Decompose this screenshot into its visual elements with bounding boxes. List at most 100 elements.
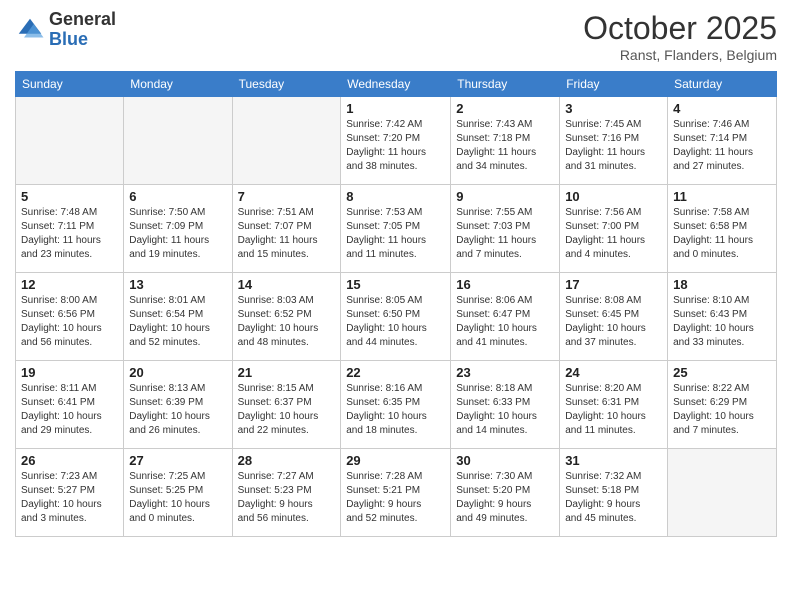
calendar-cell: 29Sunrise: 7:28 AM Sunset: 5:21 PM Dayli… bbox=[341, 449, 451, 537]
day-number: 8 bbox=[346, 189, 445, 204]
day-number: 23 bbox=[456, 365, 554, 380]
day-number: 26 bbox=[21, 453, 118, 468]
day-number: 14 bbox=[238, 277, 336, 292]
day-info: Sunrise: 8:01 AM Sunset: 6:54 PM Dayligh… bbox=[129, 294, 226, 350]
calendar-cell bbox=[232, 97, 341, 185]
week-row-1: 1Sunrise: 7:42 AM Sunset: 7:20 PM Daylig… bbox=[16, 97, 777, 185]
month-title: October 2025 bbox=[583, 10, 777, 47]
calendar-cell: 31 Sunrise: 7:32 AM Sunset: 5:18 PM Dayli… bbox=[560, 449, 668, 537]
calendar-cell: 21 Sunrise: 8:15 AM Sunset: 6:37 PM Dayli… bbox=[232, 361, 341, 449]
day-number: 21 bbox=[238, 365, 336, 380]
calendar-cell: 1Sunrise: 7:42 AM Sunset: 7:20 PM Daylig… bbox=[341, 97, 451, 185]
day-info: Sunrise: 7:51 AM Sunset: 7:07 PM Dayligh… bbox=[238, 206, 336, 262]
calendar-cell: 18Sunrise: 8:10 AM Sunset: 6:43 PM Dayli… bbox=[668, 273, 777, 361]
calendar-cell: 24 Sunrise: 8:20 AM Sunset: 6:31 PM Dayli… bbox=[560, 361, 668, 449]
day-number: 24 bbox=[565, 365, 662, 380]
day-info: Sunrise: 7:23 AM Sunset: 5:27 PM Dayligh… bbox=[21, 470, 118, 526]
logo: General Blue bbox=[15, 10, 116, 50]
weekday-header-friday: Friday bbox=[560, 72, 668, 97]
day-info: Sunrise: 7:43 AM Sunset: 7:18 PM Dayligh… bbox=[456, 118, 554, 174]
day-info: Sunrise: 8:16 AM Sunset: 6:35 PM Dayligh… bbox=[346, 382, 445, 438]
day-info: Sunrise: 7:28 AM Sunset: 5:21 PM Dayligh… bbox=[346, 470, 445, 526]
day-info: Sunrise: 8:00 AM Sunset: 6:56 PM Dayligh… bbox=[21, 294, 118, 350]
day-info: Sunrise: 8:15 AM Sunset: 6:37 PM Dayligh… bbox=[238, 382, 336, 438]
day-info: Sunrise: 7:58 AM Sunset: 6:58 PM Dayligh… bbox=[673, 206, 771, 262]
day-number: 31 bbox=[565, 453, 662, 468]
calendar-cell: 26 Sunrise: 7:23 AM Sunset: 5:27 PM Dayli… bbox=[16, 449, 124, 537]
week-row-5: 26 Sunrise: 7:23 AM Sunset: 5:27 PM Dayli… bbox=[16, 449, 777, 537]
day-info: Sunrise: 8:03 AM Sunset: 6:52 PM Dayligh… bbox=[238, 294, 336, 350]
weekday-header-sunday: Sunday bbox=[16, 72, 124, 97]
day-number: 13 bbox=[129, 277, 226, 292]
page: General Blue October 2025 Ranst, Flander… bbox=[0, 0, 792, 612]
day-info: Sunrise: 7:32 AM Sunset: 5:18 PM Dayligh… bbox=[565, 470, 662, 526]
day-number: 5 bbox=[21, 189, 118, 204]
calendar-cell: 8 Sunrise: 7:53 AM Sunset: 7:05 PM Daylig… bbox=[341, 185, 451, 273]
day-info: Sunrise: 7:45 AM Sunset: 7:16 PM Dayligh… bbox=[565, 118, 662, 174]
day-number: 30 bbox=[456, 453, 554, 468]
calendar-cell: 2 Sunrise: 7:43 AM Sunset: 7:18 PM Daylig… bbox=[451, 97, 560, 185]
day-number: 20 bbox=[129, 365, 226, 380]
weekday-header-row: SundayMondayTuesdayWednesdayThursdayFrid… bbox=[16, 72, 777, 97]
day-number: 7 bbox=[238, 189, 336, 204]
week-row-4: 19Sunrise: 8:11 AM Sunset: 6:41 PM Dayli… bbox=[16, 361, 777, 449]
weekday-header-thursday: Thursday bbox=[451, 72, 560, 97]
day-info: Sunrise: 7:42 AM Sunset: 7:20 PM Dayligh… bbox=[346, 118, 445, 174]
day-number: 17 bbox=[565, 277, 662, 292]
day-number: 3 bbox=[565, 101, 662, 116]
calendar-cell: 10Sunrise: 7:56 AM Sunset: 7:00 PM Dayli… bbox=[560, 185, 668, 273]
calendar-cell: 20 Sunrise: 8:13 AM Sunset: 6:39 PM Dayli… bbox=[124, 361, 232, 449]
day-number: 11 bbox=[673, 189, 771, 204]
weekday-header-monday: Monday bbox=[124, 72, 232, 97]
day-info: Sunrise: 7:53 AM Sunset: 7:05 PM Dayligh… bbox=[346, 206, 445, 262]
day-info: Sunrise: 8:08 AM Sunset: 6:45 PM Dayligh… bbox=[565, 294, 662, 350]
day-info: Sunrise: 8:06 AM Sunset: 6:47 PM Dayligh… bbox=[456, 294, 554, 350]
logo-blue: Blue bbox=[49, 30, 116, 50]
calendar-cell: 25 Sunrise: 8:22 AM Sunset: 6:29 PM Dayli… bbox=[668, 361, 777, 449]
day-number: 19 bbox=[21, 365, 118, 380]
day-number: 28 bbox=[238, 453, 336, 468]
day-info: Sunrise: 8:05 AM Sunset: 6:50 PM Dayligh… bbox=[346, 294, 445, 350]
day-number: 10 bbox=[565, 189, 662, 204]
calendar-cell: 15 Sunrise: 8:05 AM Sunset: 6:50 PM Dayli… bbox=[341, 273, 451, 361]
day-number: 25 bbox=[673, 365, 771, 380]
calendar-cell: 16Sunrise: 8:06 AM Sunset: 6:47 PM Dayli… bbox=[451, 273, 560, 361]
calendar-cell: 28Sunrise: 7:27 AM Sunset: 5:23 PM Dayli… bbox=[232, 449, 341, 537]
title-area: October 2025 Ranst, Flanders, Belgium bbox=[583, 10, 777, 63]
calendar-cell: 12 Sunrise: 8:00 AM Sunset: 6:56 PM Dayli… bbox=[16, 273, 124, 361]
calendar-cell: 27 Sunrise: 7:25 AM Sunset: 5:25 PM Dayli… bbox=[124, 449, 232, 537]
day-number: 2 bbox=[456, 101, 554, 116]
day-info: Sunrise: 7:30 AM Sunset: 5:20 PM Dayligh… bbox=[456, 470, 554, 526]
day-number: 15 bbox=[346, 277, 445, 292]
day-info: Sunrise: 8:13 AM Sunset: 6:39 PM Dayligh… bbox=[129, 382, 226, 438]
day-info: Sunrise: 7:25 AM Sunset: 5:25 PM Dayligh… bbox=[129, 470, 226, 526]
calendar-cell: 13 Sunrise: 8:01 AM Sunset: 6:54 PM Dayli… bbox=[124, 273, 232, 361]
day-number: 4 bbox=[673, 101, 771, 116]
calendar-cell bbox=[16, 97, 124, 185]
logo-general: General bbox=[49, 10, 116, 30]
day-info: Sunrise: 7:46 AM Sunset: 7:14 PM Dayligh… bbox=[673, 118, 771, 174]
calendar-cell: 6Sunrise: 7:50 AM Sunset: 7:09 PM Daylig… bbox=[124, 185, 232, 273]
week-row-3: 12 Sunrise: 8:00 AM Sunset: 6:56 PM Dayli… bbox=[16, 273, 777, 361]
day-info: Sunrise: 8:20 AM Sunset: 6:31 PM Dayligh… bbox=[565, 382, 662, 438]
header: General Blue October 2025 Ranst, Flander… bbox=[15, 10, 777, 63]
day-info: Sunrise: 7:55 AM Sunset: 7:03 PM Dayligh… bbox=[456, 206, 554, 262]
calendar-cell: 30 Sunrise: 7:30 AM Sunset: 5:20 PM Dayli… bbox=[451, 449, 560, 537]
calendar-cell: 5Sunrise: 7:48 AM Sunset: 7:11 PM Daylig… bbox=[16, 185, 124, 273]
day-info: Sunrise: 8:22 AM Sunset: 6:29 PM Dayligh… bbox=[673, 382, 771, 438]
location-subtitle: Ranst, Flanders, Belgium bbox=[583, 47, 777, 63]
calendar-cell bbox=[124, 97, 232, 185]
calendar-cell: 11 Sunrise: 7:58 AM Sunset: 6:58 PM Dayli… bbox=[668, 185, 777, 273]
calendar-cell: 3 Sunrise: 7:45 AM Sunset: 7:16 PM Daylig… bbox=[560, 97, 668, 185]
calendar-table: SundayMondayTuesdayWednesdayThursdayFrid… bbox=[15, 71, 777, 537]
calendar-cell: 22Sunrise: 8:16 AM Sunset: 6:35 PM Dayli… bbox=[341, 361, 451, 449]
logo-text: General Blue bbox=[49, 10, 116, 50]
day-number: 9 bbox=[456, 189, 554, 204]
calendar-cell: 17 Sunrise: 8:08 AM Sunset: 6:45 PM Dayli… bbox=[560, 273, 668, 361]
day-info: Sunrise: 8:10 AM Sunset: 6:43 PM Dayligh… bbox=[673, 294, 771, 350]
weekday-header-wednesday: Wednesday bbox=[341, 72, 451, 97]
day-number: 27 bbox=[129, 453, 226, 468]
day-number: 6 bbox=[129, 189, 226, 204]
day-number: 12 bbox=[21, 277, 118, 292]
day-info: Sunrise: 8:18 AM Sunset: 6:33 PM Dayligh… bbox=[456, 382, 554, 438]
